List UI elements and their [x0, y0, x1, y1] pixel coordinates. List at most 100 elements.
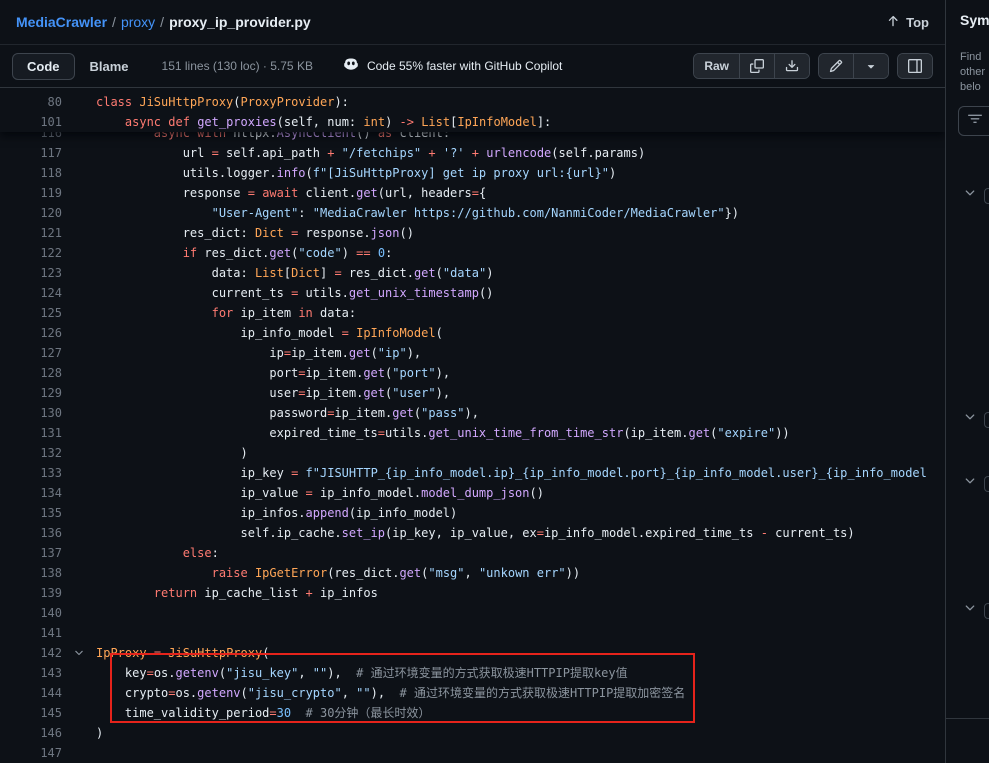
- edit-button[interactable]: [819, 54, 853, 78]
- symbols-panel-group: [897, 53, 933, 79]
- line-number[interactable]: 138: [0, 563, 62, 583]
- edit-dropdown-button[interactable]: [853, 54, 888, 78]
- gutter-spacer: [62, 183, 96, 203]
- code-line: 101 async def get_proxies(self, num: int…: [0, 112, 945, 132]
- line-number[interactable]: 118: [0, 163, 62, 183]
- line-number[interactable]: 130: [0, 403, 62, 423]
- pencil-icon: [829, 59, 843, 73]
- line-number[interactable]: 132: [0, 443, 62, 463]
- code-line: 125 for ip_item in data:: [0, 303, 945, 323]
- back-to-top-button[interactable]: Top: [886, 14, 929, 31]
- gutter-spacer: [62, 583, 96, 603]
- copilot-icon: [343, 57, 359, 76]
- line-number[interactable]: 128: [0, 363, 62, 383]
- gutter-spacer: [62, 443, 96, 463]
- gutter-spacer: [62, 323, 96, 343]
- line-number[interactable]: 137: [0, 543, 62, 563]
- line-number[interactable]: 133: [0, 463, 62, 483]
- code-line: 139 return ip_cache_list + ip_infos: [0, 583, 945, 603]
- code-line: 138 raise IpGetError(res_dict.get("msg",…: [0, 563, 945, 583]
- code-text: return ip_cache_list + ip_infos: [96, 583, 378, 603]
- line-number[interactable]: 134: [0, 483, 62, 503]
- code-line: 147: [0, 743, 945, 763]
- line-number[interactable]: 139: [0, 583, 62, 603]
- line-number[interactable]: 122: [0, 243, 62, 263]
- line-number[interactable]: 145: [0, 703, 62, 723]
- line-number[interactable]: 141: [0, 623, 62, 643]
- line-number[interactable]: 140: [0, 603, 62, 623]
- gutter-spacer: [62, 112, 96, 132]
- line-number[interactable]: 136: [0, 523, 62, 543]
- line-number[interactable]: 119: [0, 183, 62, 203]
- code-panel: 116 async with httpx.AsyncClient() as cl…: [0, 88, 945, 763]
- line-number[interactable]: 144: [0, 683, 62, 703]
- gutter-spacer: [62, 303, 96, 323]
- symbol-kind-badge: [984, 188, 989, 204]
- symbol-tree-item[interactable]: [963, 186, 989, 205]
- symbol-tree-item[interactable]: [963, 474, 989, 493]
- breadcrumb-folder-link[interactable]: proxy: [121, 14, 155, 30]
- file-meta-info: 151 lines (130 loc) · 5.75 KB: [162, 59, 313, 73]
- line-number[interactable]: 142: [0, 643, 62, 663]
- line-number[interactable]: 123: [0, 263, 62, 283]
- symbol-tree-item[interactable]: [963, 410, 989, 429]
- breadcrumb-file-name: proxy_ip_provider.py: [169, 14, 311, 30]
- code-line: 130 password=ip_item.get("pass"),: [0, 403, 945, 423]
- tab-blame[interactable]: Blame: [75, 53, 144, 80]
- code-text: time_validity_period=30 # 30分钟（最长时效）: [96, 703, 430, 723]
- code-text: utils.logger.info(f"[JiSuHttpProxy] get …: [96, 163, 616, 183]
- code-line: 117 url = self.api_path + "/fetchips" + …: [0, 143, 945, 163]
- gutter-spacer: [62, 503, 96, 523]
- line-number[interactable]: 127: [0, 343, 62, 363]
- copilot-banner-text: Code 55% faster with GitHub Copilot: [367, 59, 562, 73]
- line-number[interactable]: 143: [0, 663, 62, 683]
- copilot-banner: Code 55% faster with GitHub Copilot: [343, 57, 562, 76]
- chevron-down-icon: [963, 601, 977, 620]
- tab-code[interactable]: Code: [12, 53, 75, 80]
- code-text: expired_time_ts=utils.get_unix_time_from…: [96, 423, 790, 443]
- symbols-panel-title: Sym: [960, 12, 989, 28]
- line-number[interactable]: 146: [0, 723, 62, 743]
- code-text: response = await client.get(url, headers…: [96, 183, 486, 203]
- code-line: 146): [0, 723, 945, 743]
- gutter-spacer: [62, 703, 96, 723]
- breadcrumb-repo-link[interactable]: MediaCrawler: [16, 14, 107, 30]
- gutter-spacer: [62, 563, 96, 583]
- raw-button[interactable]: Raw: [694, 54, 739, 78]
- back-to-top-label: Top: [906, 15, 929, 30]
- line-number[interactable]: 80: [0, 92, 62, 112]
- line-number[interactable]: 129: [0, 383, 62, 403]
- download-button[interactable]: [774, 54, 809, 78]
- code-line: 135 ip_infos.append(ip_info_model): [0, 503, 945, 523]
- line-number[interactable]: 120: [0, 203, 62, 223]
- code-text: data: List[Dict] = res_dict.get("data"): [96, 263, 493, 283]
- code-text: IpProxy = JiSuHttpProxy(: [96, 643, 269, 663]
- line-number[interactable]: 117: [0, 143, 62, 163]
- line-number[interactable]: 131: [0, 423, 62, 443]
- code-line: 145 time_validity_period=30 # 30分钟（最长时效）: [0, 703, 945, 723]
- gutter-spacer: [62, 683, 96, 703]
- main-column: MediaCrawler / proxy / proxy_ip_provider…: [0, 0, 945, 763]
- symbol-kind-badge: [984, 476, 989, 492]
- line-number[interactable]: 121: [0, 223, 62, 243]
- line-number[interactable]: 147: [0, 743, 62, 763]
- line-number[interactable]: 124: [0, 283, 62, 303]
- line-number[interactable]: 125: [0, 303, 62, 323]
- code-text: class JiSuHttpProxy(ProxyProvider):: [96, 92, 349, 112]
- line-number[interactable]: 101: [0, 112, 62, 132]
- gutter-spacer: [62, 403, 96, 423]
- code-text: key=os.getenv("jisu_key", ""), # 通过环境变量的…: [96, 663, 628, 683]
- sticky-context-lines: 80class JiSuHttpProxy(ProxyProvider):101…: [0, 88, 945, 132]
- code-line: 118 utils.logger.info(f"[JiSuHttpProxy] …: [0, 163, 945, 183]
- symbol-tree-item[interactable]: [963, 601, 989, 620]
- symbols-filter-input[interactable]: [958, 106, 989, 136]
- gutter-spacer: [62, 463, 96, 483]
- copy-button[interactable]: [739, 54, 774, 78]
- breadcrumb-separator: /: [160, 14, 164, 30]
- symbols-panel-toggle-button[interactable]: [898, 54, 932, 78]
- code-line: 129 user=ip_item.get("user"),: [0, 383, 945, 403]
- gutter-spacer: [62, 243, 96, 263]
- line-number[interactable]: 135: [0, 503, 62, 523]
- line-number[interactable]: 126: [0, 323, 62, 343]
- collapse-chevron-icon[interactable]: [62, 643, 96, 663]
